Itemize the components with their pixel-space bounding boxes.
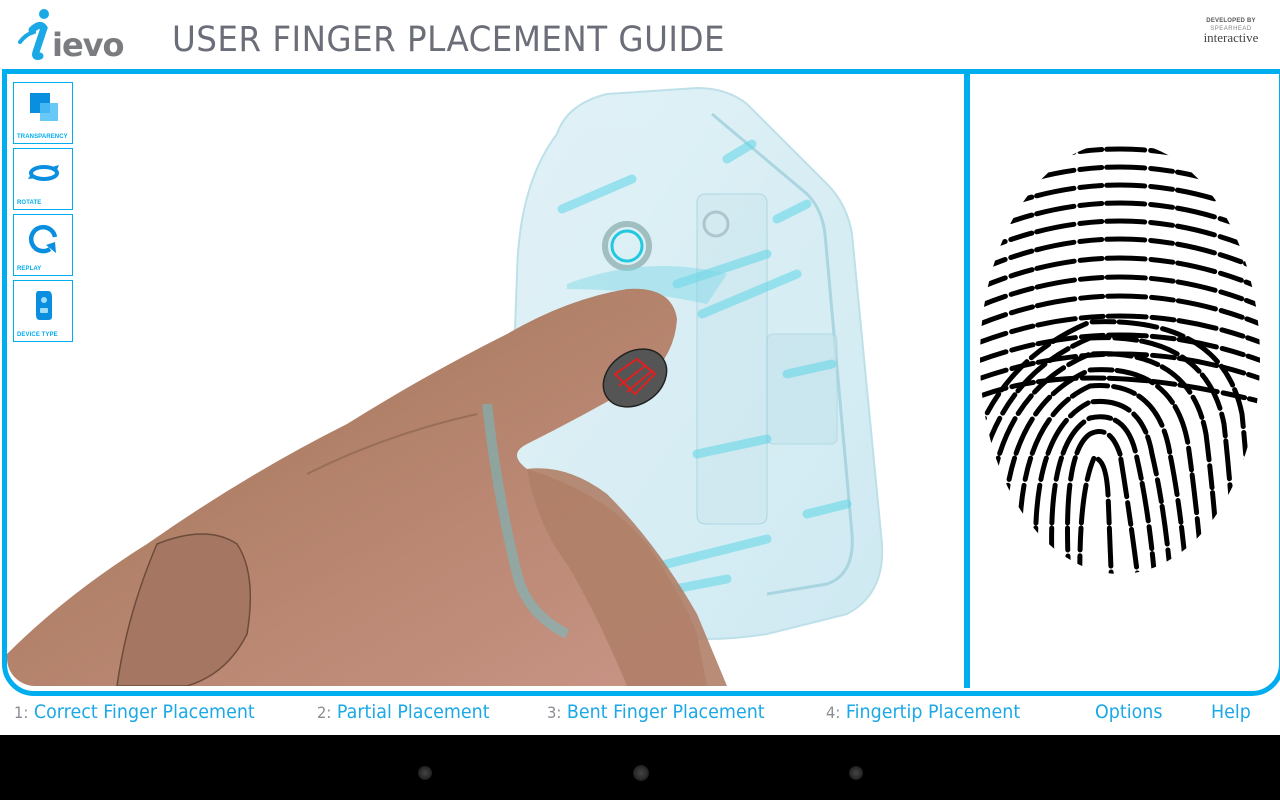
developer-line3: interactive: [1203, 30, 1259, 45]
rotate-button[interactable]: ROTATE: [13, 148, 73, 210]
device-type-button[interactable]: DEVICE TYPE: [13, 280, 73, 342]
fingerprint-panel: [970, 74, 1274, 686]
developer-line1: DEVELOPED BY: [1206, 18, 1256, 24]
rotate-label: ROTATE: [17, 200, 42, 206]
nav-number: 2:: [317, 703, 332, 722]
system-nav-bar: [0, 735, 1280, 800]
nav-label: Partial Placement: [336, 701, 490, 723]
nav-partial-placement[interactable]: 2: Partial Placement: [317, 701, 490, 723]
ievo-logo: ievo: [18, 8, 138, 64]
replay-icon: [28, 224, 58, 254]
page-title: USER FINGER PLACEMENT GUIDE: [172, 20, 726, 60]
view-toolbar: TRANSPARENCY ROTATE REPLAY DEVICE TYPE: [13, 82, 77, 346]
home-button[interactable]: [633, 765, 649, 781]
logo-text: ievo: [52, 26, 124, 64]
developer-credit: DEVELOPED BY SPEARHEAD interactive: [1198, 18, 1264, 46]
help-link[interactable]: Help: [1211, 701, 1251, 723]
transparency-button[interactable]: TRANSPARENCY: [13, 82, 73, 144]
transparency-icon: [30, 93, 58, 121]
replay-button[interactable]: REPLAY: [13, 214, 73, 276]
nav-label: Correct Finger Placement: [33, 701, 255, 723]
nav-number: 3:: [547, 703, 562, 722]
app-header: ievo USER FINGER PLACEMENT GUIDE DEVELOP…: [0, 0, 1280, 70]
fingerprint-image: [980, 146, 1260, 574]
device-type-label: DEVICE TYPE: [17, 332, 58, 338]
replay-label: REPLAY: [17, 266, 42, 272]
device-type-icon: [36, 291, 52, 320]
back-button[interactable]: [418, 766, 432, 780]
options-link[interactable]: Options: [1095, 701, 1162, 723]
placement-nav: 1: Correct Finger Placement 2: Partial P…: [0, 697, 1280, 735]
nav-label: Bent Finger Placement: [566, 701, 765, 723]
nav-bent-finger-placement[interactable]: 3: Bent Finger Placement: [547, 701, 765, 723]
nav-correct-finger-placement[interactable]: 1: Correct Finger Placement: [14, 701, 255, 723]
nav-label: Fingertip Placement: [845, 701, 1021, 723]
transparency-label: TRANSPARENCY: [17, 134, 68, 140]
3d-viewport[interactable]: [7, 74, 965, 686]
device-scene: [7, 86, 884, 686]
recent-apps-button[interactable]: [849, 766, 863, 780]
nav-fingertip-placement[interactable]: 4: Fingertip Placement: [826, 701, 1020, 723]
nav-number: 1:: [14, 703, 29, 722]
nav-number: 4:: [826, 703, 841, 722]
rotate-icon: [28, 165, 59, 181]
